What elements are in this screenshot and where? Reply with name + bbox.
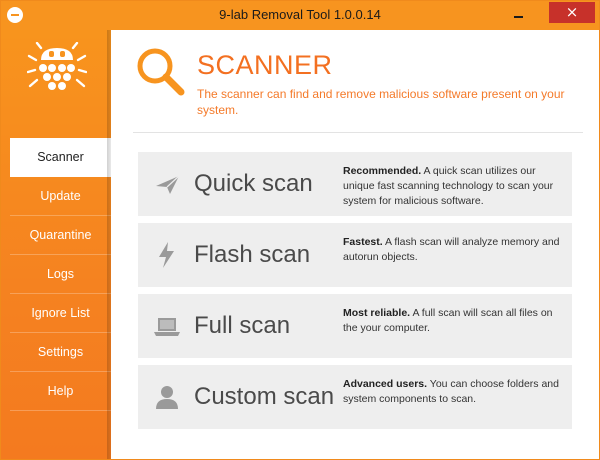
sidebar: Scanner Update Quarantine Logs Ignore Li… xyxy=(1,30,111,459)
title-bar[interactable]: 9-lab Removal Tool 1.0.0.14 × xyxy=(1,1,599,30)
full-scan-button[interactable]: Full scan Most reliable. A full scan wil… xyxy=(138,294,572,358)
scan-description-bold: Most reliable. xyxy=(343,307,411,319)
sidebar-item-ignore-list[interactable]: Ignore List xyxy=(10,294,111,333)
lightning-icon xyxy=(159,242,174,268)
scan-name: Flash scan xyxy=(194,241,311,268)
scan-name: Full scan xyxy=(194,312,291,339)
scan-description-bold: Recommended. xyxy=(343,165,422,177)
scan-description: Recommended. A quick scan utilizes our u… xyxy=(343,164,565,209)
app-window: 9-lab Removal Tool 1.0.0.14 × Scanner Up… xyxy=(0,0,600,460)
user-icon xyxy=(156,386,178,409)
page-subtitle: The scanner can find and remove maliciou… xyxy=(197,87,565,117)
sidebar-item-logs[interactable]: Logs xyxy=(10,255,111,294)
sidebar-nav: Scanner Update Quarantine Logs Ignore Li… xyxy=(10,138,111,411)
laptop-icon xyxy=(154,318,180,336)
paper-plane-icon xyxy=(156,175,180,194)
main-panel: SCANNER The scanner can find and remove … xyxy=(111,30,599,459)
scan-description: Most reliable. A full scan will scan all… xyxy=(343,306,565,336)
close-button[interactable]: × xyxy=(549,2,595,23)
sidebar-item-scanner[interactable]: Scanner xyxy=(10,138,111,177)
sidebar-item-settings[interactable]: Settings xyxy=(10,333,111,372)
scan-name: Quick scan xyxy=(194,170,313,197)
magnifier-icon xyxy=(137,48,185,96)
scan-description-bold: Fastest. xyxy=(343,236,383,248)
bug-logo-icon xyxy=(27,42,87,90)
header-divider xyxy=(133,132,583,133)
sidebar-item-update[interactable]: Update xyxy=(10,177,111,216)
custom-scan-button[interactable]: Custom scan Advanced users. You can choo… xyxy=(138,365,572,429)
scan-name: Custom scan xyxy=(194,383,335,410)
quick-scan-button[interactable]: Quick scan Recommended. A quick scan uti… xyxy=(138,152,572,216)
minimize-button[interactable] xyxy=(505,3,531,23)
sidebar-item-quarantine[interactable]: Quarantine xyxy=(10,216,111,255)
page-title: SCANNER xyxy=(197,50,333,80)
flash-scan-button[interactable]: Flash scan Fastest. A flash scan will an… xyxy=(138,223,572,287)
scan-description: Advanced users. You can choose folders a… xyxy=(343,377,565,407)
sidebar-item-help[interactable]: Help xyxy=(10,372,111,411)
scan-description-bold: Advanced users. xyxy=(343,378,428,390)
scan-description: Fastest. A flash scan will analyze memor… xyxy=(343,235,565,265)
